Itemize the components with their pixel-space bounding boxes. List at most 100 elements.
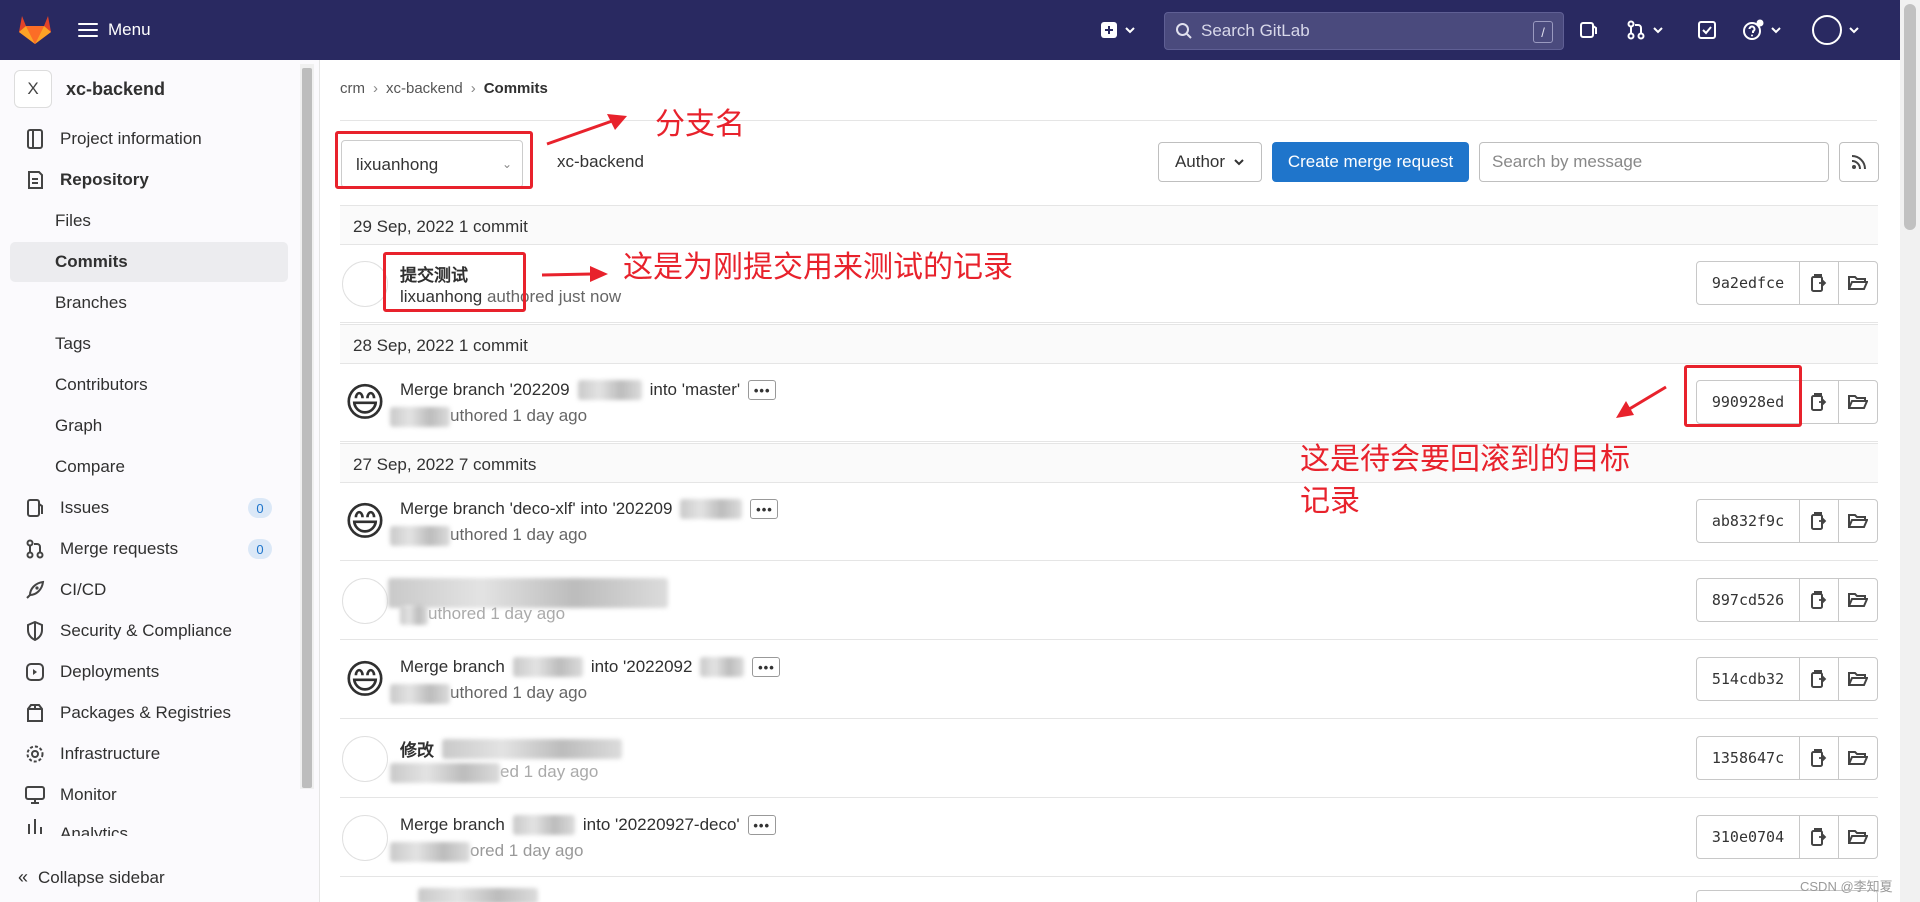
sidebar-item-label: Deployments — [60, 662, 160, 681]
commit-sha[interactable]: 897cd526 — [1696, 578, 1800, 622]
todos-top-button[interactable] — [1697, 16, 1717, 44]
chevron-down-icon — [1125, 27, 1135, 34]
redacted-text — [390, 762, 500, 783]
commit-title[interactable]: Merge branch into '20220927-deco' ••• — [400, 815, 776, 835]
commit-meta-text: ed 1 day ago — [500, 762, 599, 781]
copy-icon — [1811, 393, 1827, 411]
sidebar-item-repository[interactable]: Repository — [10, 160, 288, 200]
sidebar-item-contributors[interactable]: Contributors — [10, 365, 288, 405]
sidebar-item-monitor[interactable]: Monitor — [10, 775, 288, 815]
browse-files-button[interactable] — [1838, 380, 1878, 424]
sidebar-scrollbar[interactable] — [300, 64, 314, 789]
commit-sha[interactable]: ab832f9c — [1696, 499, 1800, 543]
merge-requests-top-button[interactable] — [1626, 16, 1664, 44]
commit-meta-text: uthored 1 day ago — [428, 604, 566, 623]
ellipsis-toggle-button[interactable]: ••• — [750, 499, 779, 519]
annotation-arrow-target-commit — [1616, 385, 1667, 418]
ellipsis-toggle-button[interactable]: ••• — [752, 657, 781, 677]
search-by-message-input[interactable] — [1479, 142, 1829, 182]
top-navbar: Menu Search GitLab / — [0, 0, 1920, 60]
ellipsis-toggle-button[interactable]: ••• — [748, 380, 777, 400]
copy-sha-button[interactable] — [1799, 499, 1839, 543]
plus-square-icon — [1101, 22, 1117, 38]
browse-files-button[interactable] — [1838, 578, 1878, 622]
folder-open-icon — [1848, 514, 1868, 528]
collapse-sidebar-button[interactable]: « Collapse sidebar — [18, 867, 165, 888]
commit-title[interactable]: Merge branch into '2022092 ••• — [400, 657, 781, 677]
commit-author-avatar[interactable] — [342, 736, 388, 782]
commit-sha[interactable]: 514cdb32 — [1696, 657, 1800, 701]
commit-row[interactable]: Merge branch into '20220927-deco' ••• or… — [340, 799, 1878, 877]
commit-title[interactable]: 修改 — [400, 736, 622, 761]
browse-files-button[interactable] — [1838, 736, 1878, 780]
breadcrumb-crm[interactable]: crm — [340, 80, 365, 97]
copy-sha-button[interactable] — [1799, 261, 1839, 305]
sidebar-item-branches[interactable]: Branches — [10, 283, 288, 323]
sidebar-item-label: Repository — [60, 170, 149, 189]
sidebar-scrollbar-thumb[interactable] — [302, 68, 312, 788]
copy-sha-button[interactable] — [1799, 657, 1839, 701]
menu-button[interactable]: Menu — [78, 16, 151, 44]
sidebar-item-graph[interactable]: Graph — [10, 406, 288, 446]
breadcrumb-project[interactable]: xc-backend — [386, 80, 463, 97]
sidebar-item-deployments[interactable]: Deployments — [10, 652, 288, 692]
author-filter-dropdown[interactable]: Author — [1158, 142, 1262, 182]
browse-files-button[interactable] — [1838, 815, 1878, 859]
sidebar-item-tags[interactable]: Tags — [10, 324, 288, 364]
new-dropdown[interactable] — [1100, 16, 1136, 44]
commit-row[interactable]: 修改 ed 1 day ago 1358647c — [340, 720, 1878, 798]
search-gitlab-input[interactable]: Search GitLab / — [1164, 12, 1564, 50]
browse-files-button[interactable] — [1838, 657, 1878, 701]
copy-sha-button[interactable] — [1799, 736, 1839, 780]
sidebar-item-ci-cd[interactable]: CI/CD — [10, 570, 288, 610]
commit-sha[interactable]: 9a2edfce — [1696, 261, 1800, 305]
copy-sha-button[interactable] — [1799, 578, 1839, 622]
commit-author-avatar[interactable]: 😄 — [342, 380, 388, 426]
create-merge-request-button[interactable]: Create merge request — [1272, 142, 1469, 182]
sidebar-item-merge-requests[interactable]: Merge requests 0 — [10, 529, 288, 569]
browse-files-button[interactable] — [1838, 499, 1878, 543]
sidebar-item-project-information[interactable]: Project information — [10, 119, 288, 159]
sidebar-item-security-compliance[interactable]: Security & Compliance — [10, 611, 288, 651]
sidebar-item-analytics[interactable]: Analytics — [10, 816, 288, 836]
user-menu-button[interactable] — [1812, 15, 1860, 45]
user-avatar — [1812, 15, 1842, 45]
sidebar-item-label: Monitor — [60, 785, 117, 804]
ellipsis-toggle-button[interactable]: ••• — [747, 815, 776, 835]
page-scrollbar[interactable] — [1900, 0, 1920, 902]
commit-row[interactable]: uthored 1 day ago 897cd526 — [340, 562, 1878, 640]
commit-author-avatar[interactable] — [342, 815, 388, 861]
commit-row-partial[interactable] — [340, 878, 1878, 902]
browse-files-button[interactable] — [1838, 261, 1878, 305]
sidebar-item-files[interactable]: Files — [10, 201, 288, 241]
annotation-test-note: 这是为刚提交用来测试的记录 — [623, 250, 1013, 285]
issues-top-button[interactable] — [1578, 16, 1598, 44]
sidebar-item-compare[interactable]: Compare — [10, 447, 288, 487]
sidebar-item-infrastructure[interactable]: Infrastructure — [10, 734, 288, 774]
commit-sha[interactable]: 310e0704 — [1696, 815, 1800, 859]
breadcrumb-commits[interactable]: Commits — [484, 80, 548, 97]
folder-open-icon — [1848, 276, 1868, 290]
page-scrollbar-thumb[interactable] — [1904, 4, 1916, 230]
sidebar-item-commits[interactable]: Commits — [10, 242, 288, 282]
sidebar-item-issues[interactable]: Issues 0 — [10, 488, 288, 528]
commit-title-text: into '2022092 — [590, 657, 693, 676]
help-top-button[interactable] — [1742, 16, 1782, 44]
repository-path[interactable]: xc-backend — [557, 152, 644, 172]
copy-sha-button[interactable] — [1799, 815, 1839, 859]
commit-title[interactable]: Merge branch 'deco-xlf' into '202209 ••• — [400, 499, 779, 519]
commit-author-avatar[interactable] — [342, 578, 388, 624]
commit-author-avatar[interactable]: 😄 — [342, 499, 388, 545]
commit-author-avatar[interactable] — [342, 261, 388, 307]
commit-row[interactable]: 😄 Merge branch into '2022092 ••• uthored… — [340, 641, 1878, 719]
project-header[interactable]: X xc-backend — [14, 70, 165, 108]
commit-sha[interactable]: 1358647c — [1696, 736, 1800, 780]
gitlab-logo-icon[interactable] — [18, 13, 52, 45]
breadcrumb: crm › xc-backend › Commits — [340, 80, 548, 97]
rss-feed-button[interactable] — [1839, 142, 1879, 182]
copy-sha-button[interactable] — [1799, 380, 1839, 424]
commit-author-avatar[interactable]: 😄 — [342, 657, 388, 703]
sidebar-item-packages-registries[interactable]: Packages & Registries — [10, 693, 288, 733]
commit-title[interactable]: Merge branch '202209 into 'master' ••• — [400, 380, 777, 400]
commit-row[interactable]: 😄 Merge branch 'deco-xlf' into '202209 •… — [340, 483, 1878, 561]
